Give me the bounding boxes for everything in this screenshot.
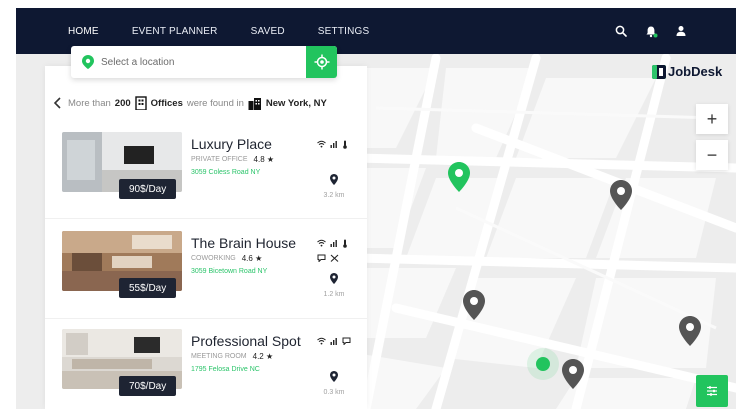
distance: 3.2 km	[319, 172, 349, 199]
amenities-secondary	[317, 254, 339, 262]
listing-rating: 4.2 ★	[252, 352, 274, 361]
map-pin-icon	[330, 273, 338, 284]
listing-type: MEETING ROOM	[191, 353, 247, 360]
listing-rating: 4.6 ★	[241, 254, 263, 263]
nav-event-planner[interactable]: EVENT PLANNER	[132, 26, 218, 37]
app-screen: HOME EVENT PLANNER SAVED SETTINGS More t…	[16, 8, 736, 409]
office-location-pin[interactable]	[610, 180, 632, 210]
brand-logo: JobDesk	[652, 64, 722, 79]
listing-address: 1795 Felosa Drive NC	[191, 366, 260, 373]
price-badge: 55$/Day	[119, 278, 177, 298]
listing-meta: MEETING ROOM 4.2 ★	[191, 352, 273, 361]
listing-meta: PRIVATE OFFICE 4.8 ★	[191, 155, 274, 164]
listing-title[interactable]: Professional Spot	[191, 333, 301, 349]
food-icon	[330, 254, 339, 262]
listing-card[interactable]: 70$/Day Professional Spot MEETING ROOM 4…	[62, 329, 362, 409]
chat-icon	[317, 254, 326, 262]
city-icon	[248, 97, 261, 110]
listing-rating: 4.8 ★	[253, 155, 275, 164]
nav-actions	[614, 8, 688, 54]
distance-value: 1.2 km	[323, 291, 345, 298]
brand-name: JobDesk	[668, 64, 723, 79]
results-middle: were found in	[186, 97, 244, 109]
signal-icon	[330, 141, 337, 148]
location-search	[71, 46, 337, 78]
nav-settings[interactable]: SETTINGS	[318, 26, 370, 37]
chat-icon	[342, 337, 351, 345]
listing-type: COWORKING	[191, 255, 236, 262]
thermometer-icon	[343, 239, 347, 248]
price-badge: 70$/Day	[119, 376, 177, 396]
map-pin-icon	[330, 371, 338, 382]
results-count: 200	[114, 97, 131, 109]
office-location-pin[interactable]	[463, 290, 485, 320]
listing-card[interactable]: 90$/Day Luxury Place PRIVATE OFFICE 4.8 …	[62, 132, 362, 212]
zoom-in-button[interactable]: +	[696, 104, 728, 134]
nav-menu: HOME EVENT PLANNER SAVED SETTINGS	[16, 26, 402, 37]
zoom-out-button[interactable]: −	[696, 140, 728, 170]
results-type: Offices	[150, 97, 183, 109]
distance: 1.2 km	[319, 271, 349, 298]
locate-button[interactable]	[306, 46, 337, 78]
user-icon[interactable]	[674, 24, 688, 38]
office-building-icon	[134, 96, 147, 110]
listing-title[interactable]: The Brain House	[191, 235, 296, 251]
listing-address: 3059 Coless Road NY	[191, 169, 261, 176]
listing-address: 3059 Bicetown Road NY	[191, 268, 268, 275]
wifi-icon	[317, 337, 326, 345]
chevron-left-icon[interactable]	[53, 97, 63, 109]
search-icon[interactable]	[614, 24, 628, 38]
filter-icon	[707, 386, 717, 396]
results-prefix: More than	[68, 97, 111, 109]
map-pin-icon	[82, 55, 94, 69]
divider	[45, 318, 367, 319]
distance-value: 3.2 km	[323, 192, 345, 199]
map-pin-icon	[330, 174, 338, 185]
distance-value: 0.3 km	[323, 389, 345, 396]
divider	[45, 218, 367, 219]
locate-icon	[314, 54, 329, 70]
amenities	[317, 337, 351, 345]
results-panel: More than 200 Offices were found in New …	[45, 66, 367, 409]
location-input[interactable]	[101, 56, 291, 68]
listing-type: PRIVATE OFFICE	[191, 156, 248, 163]
listing-title[interactable]: Luxury Place	[191, 136, 272, 152]
nav-saved[interactable]: SAVED	[251, 26, 285, 37]
amenities	[317, 239, 348, 248]
results-city: New York, NY	[265, 97, 327, 109]
selected-location-pin[interactable]	[448, 162, 470, 192]
listing-meta: COWORKING 4.6 ★	[191, 254, 262, 263]
results-summary: More than 200 Offices were found in New …	[53, 96, 327, 110]
nav-home[interactable]: HOME	[68, 26, 99, 37]
office-location-pin[interactable]	[679, 316, 701, 346]
amenities	[317, 140, 348, 149]
logo-mark-icon	[652, 64, 666, 79]
wifi-icon	[317, 239, 326, 247]
signal-icon	[330, 338, 337, 345]
filter-button[interactable]	[696, 375, 728, 407]
office-location-pin[interactable]	[562, 359, 584, 389]
price-badge: 90$/Day	[119, 179, 177, 199]
distance: 0.3 km	[319, 369, 349, 396]
signal-icon	[330, 240, 337, 247]
listing-card[interactable]: 55$/Day The Brain House COWORKING 4.6 ★ …	[62, 231, 362, 311]
notification-icon[interactable]	[644, 24, 658, 38]
thermometer-icon	[343, 140, 347, 149]
wifi-icon	[317, 140, 326, 148]
